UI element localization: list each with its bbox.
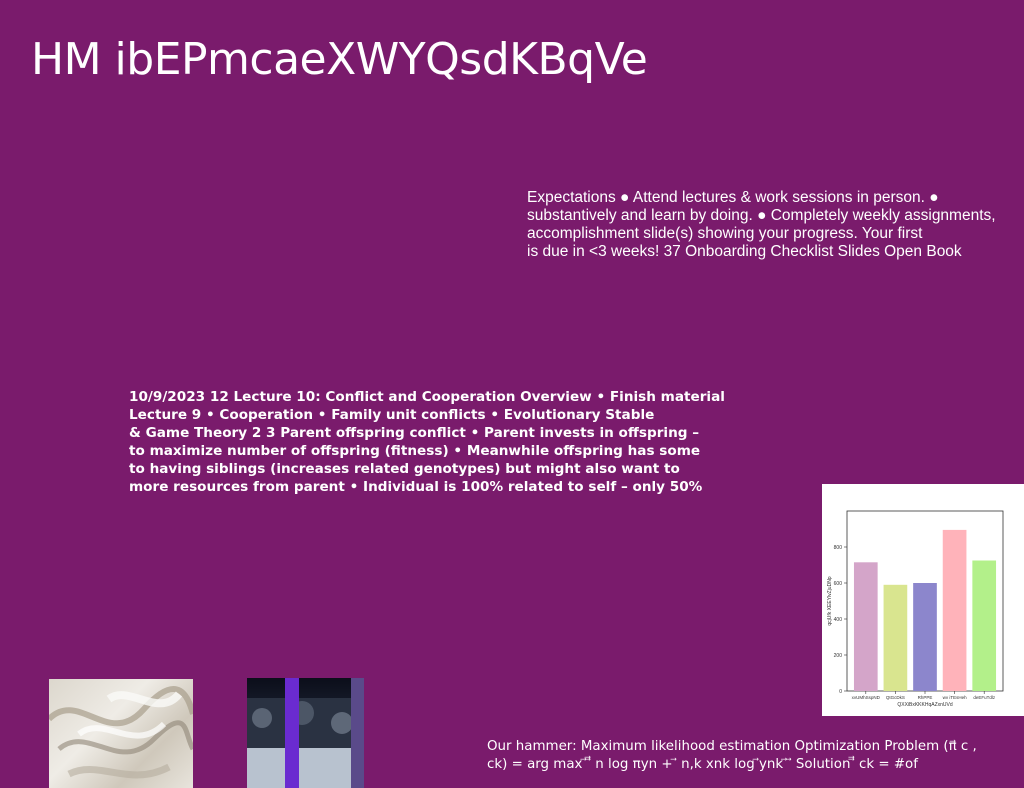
x-tick-label: deEFuTdlz — [973, 695, 996, 700]
y-tick-label: 200 — [834, 653, 843, 659]
x-tick-label: xvUMhSspND — [852, 695, 881, 700]
bar — [883, 584, 908, 691]
mle-line: Our hammer: Maximum likelihood estimatio… — [487, 739, 977, 754]
y-tick-label: 600 — [834, 581, 843, 587]
lecture-overview-text: 10/9/2023 12 Lecture 10: Conflict and Co… — [129, 388, 769, 496]
x-tick-label: wv iTEsHeh — [943, 695, 968, 700]
page-title: HM ibEPmcaeXWYQsdKBqVe — [31, 34, 648, 85]
expectations-line: substantively and learn by doing. ● Comp… — [527, 207, 996, 224]
bar — [913, 583, 937, 691]
lecture-line: 10/9/2023 12 Lecture 10: Conflict and Co… — [129, 389, 725, 405]
expectations-line: accomplishment slide(s) showing your pro… — [527, 225, 923, 242]
expectations-line: is due in <3 weeks! 37 Onboarding Checkl… — [527, 243, 962, 260]
lecture-line: Lecture 9 • Cooperation • Family unit co… — [129, 407, 655, 423]
lecture-line: to having siblings (increases related ge… — [129, 461, 680, 477]
lecture-line: more resources from parent • Individual … — [129, 479, 703, 495]
y-axis-label: qcjUfk XEEYlvZjuDNp — [827, 576, 833, 625]
lecture-line: to maximize number of offspring (fitness… — [129, 443, 701, 459]
bar — [942, 529, 967, 691]
expectations-text: Expectations ● Attend lectures & work se… — [527, 189, 1017, 261]
mle-text: Our hammer: Maximum likelihood estimatio… — [487, 738, 1022, 774]
abstract-swirl-image — [49, 679, 193, 788]
figure-photo-image — [247, 678, 364, 788]
y-tick-label: 400 — [834, 617, 843, 623]
x-tick-label: RhPPE — [918, 695, 933, 700]
x-tick-label: QtGcDkS — [886, 695, 905, 700]
x-axis-label: QXXiBxKKKHqAZxnUVd — [897, 702, 953, 708]
expectations-line: Expectations ● Attend lectures & work se… — [527, 189, 939, 206]
lecture-line: & Game Theory 2 3 Parent offspring confl… — [129, 425, 700, 441]
y-tick-label: 0 — [839, 689, 842, 695]
mle-line: ck) = arg max ⃗ ⃗⃗ n log πyn + ⃗ n,k xnk… — [487, 757, 918, 772]
bar-chart: 0 200 400 600 800 xvUMhSspND QtGcDkS RhPPE wv iT… — [827, 510, 1004, 708]
bar — [972, 560, 997, 691]
bar-chart-image: 0 200 400 600 800 xvUMhSspND QtGcDkS RhPPE wv iT… — [822, 484, 1024, 716]
y-tick-label: 800 — [834, 545, 843, 551]
bar — [853, 562, 878, 691]
